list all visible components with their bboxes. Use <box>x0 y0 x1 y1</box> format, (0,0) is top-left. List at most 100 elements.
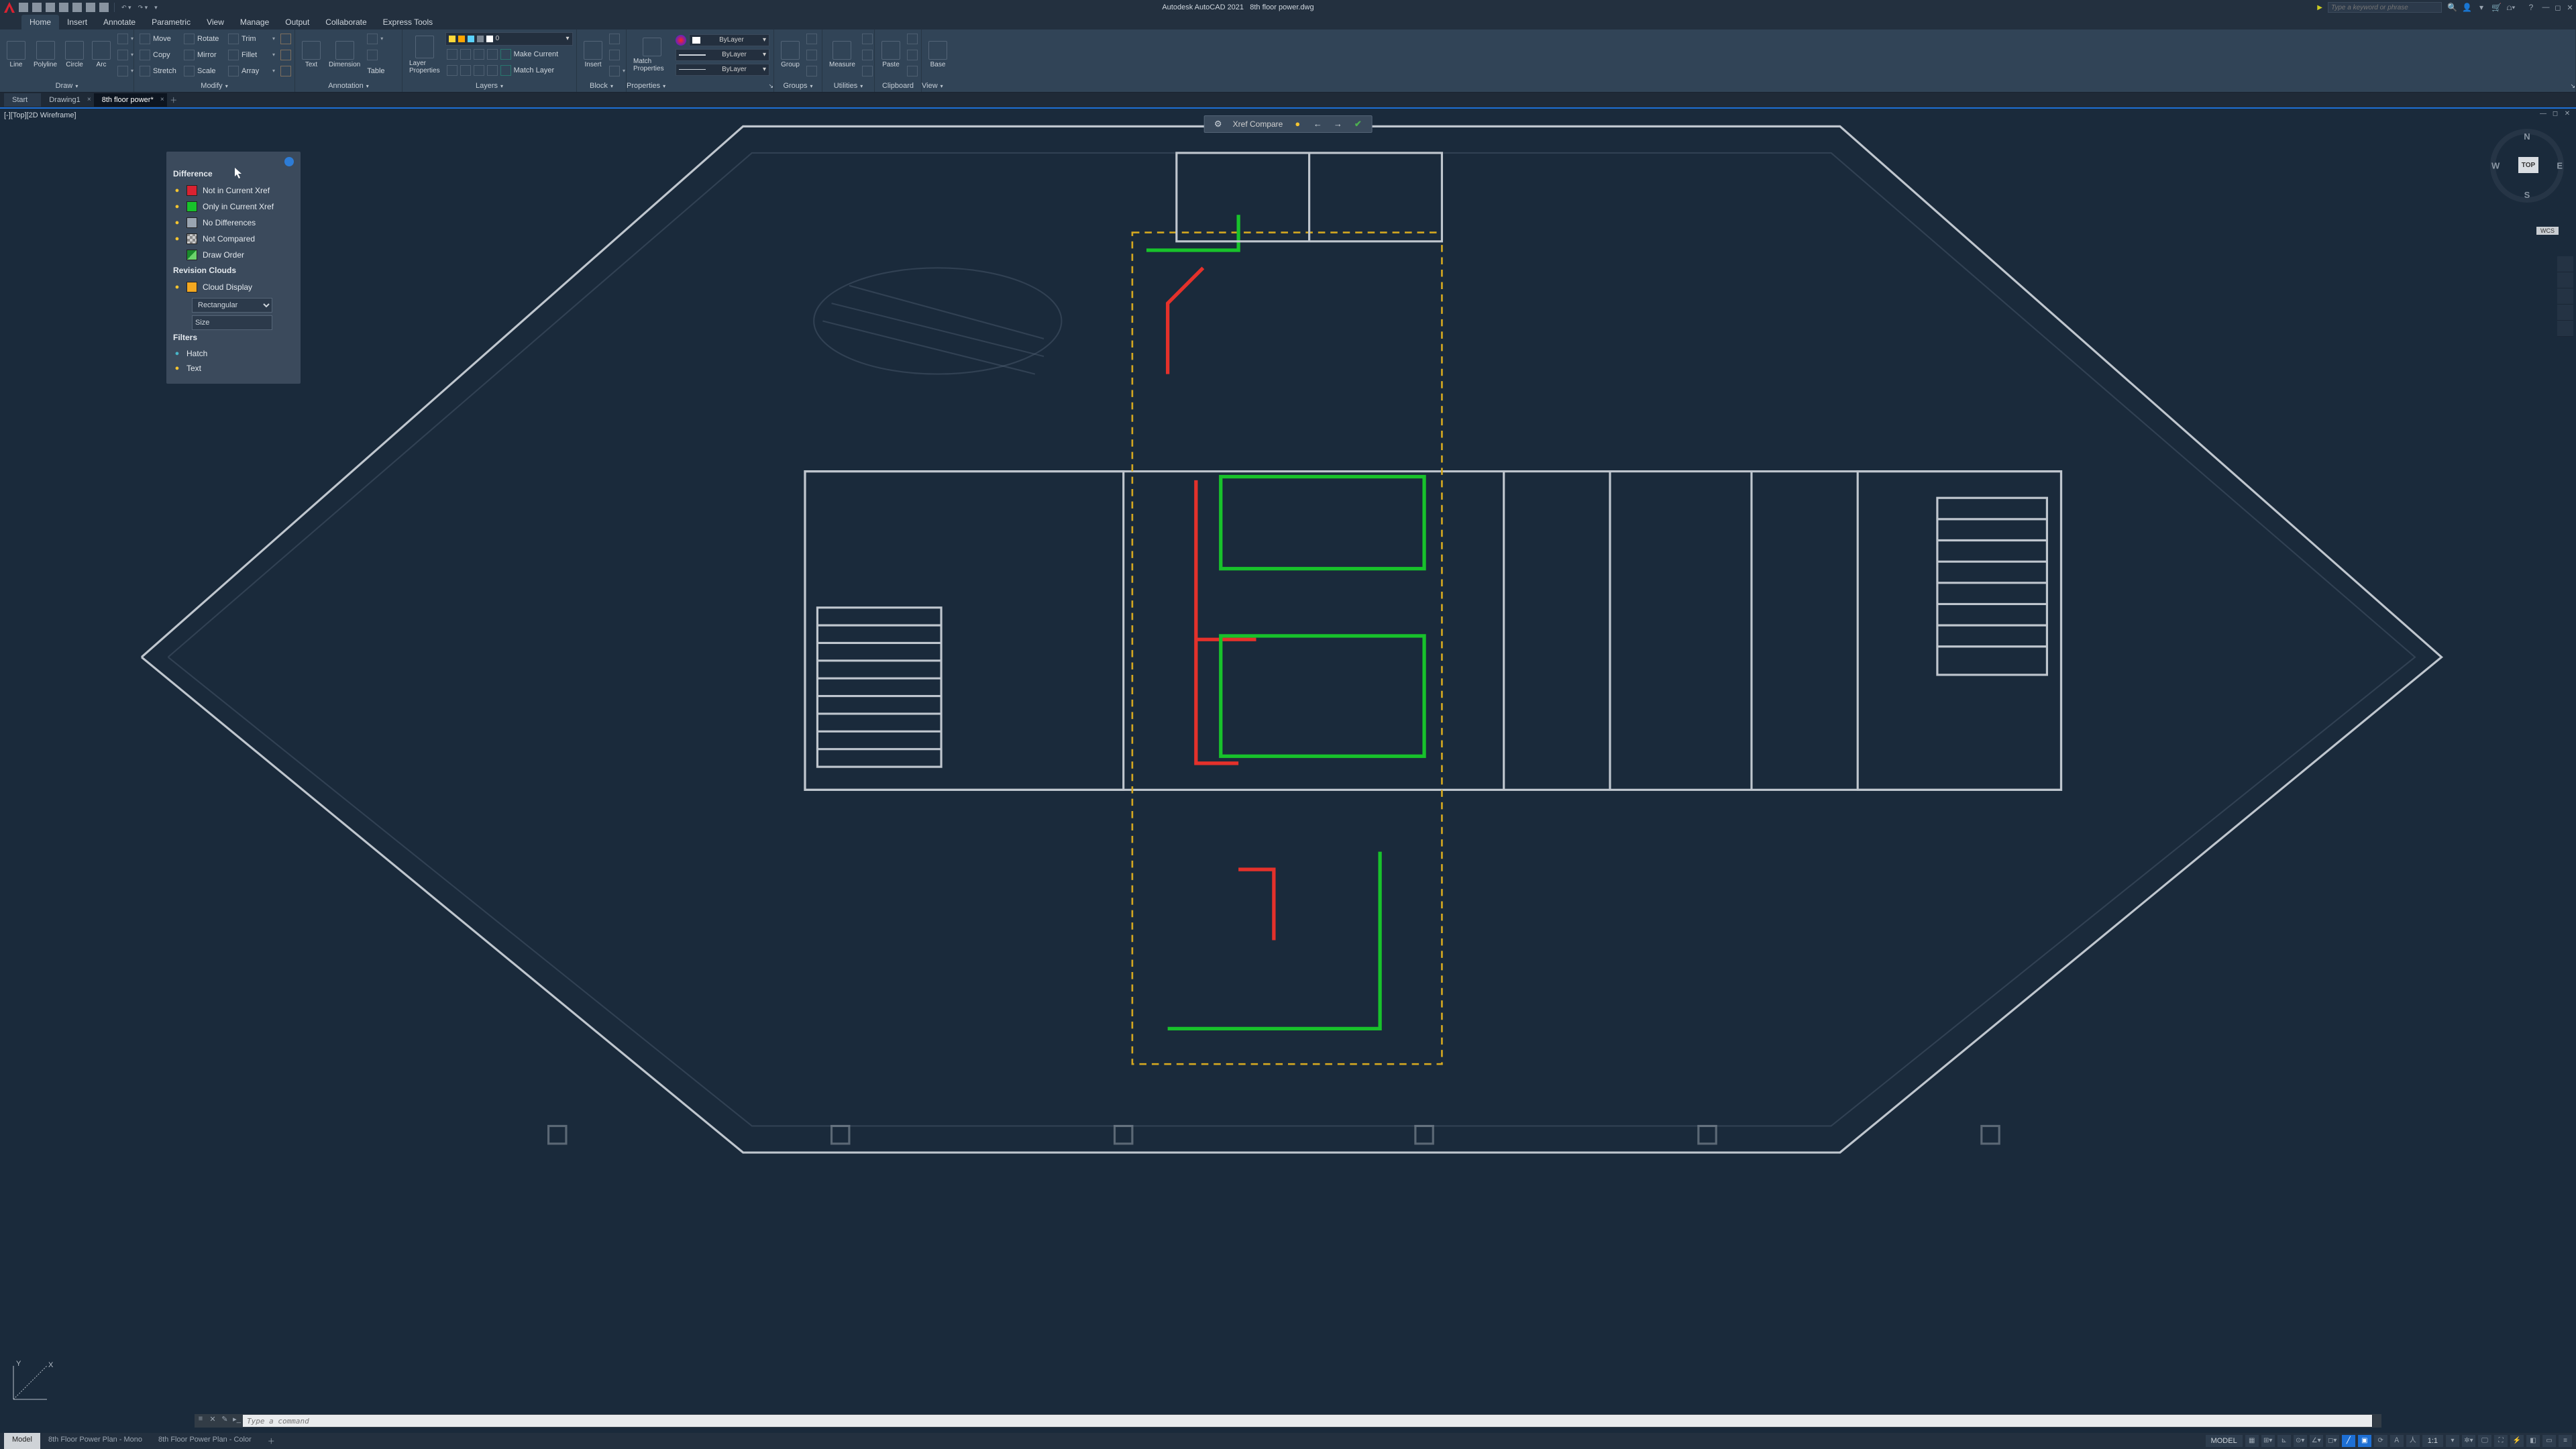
status-osnap-icon[interactable]: ◻▾ <box>2326 1435 2339 1447</box>
tool-fillet[interactable]: Fillet <box>241 51 270 59</box>
cmd-customize-icon[interactable]: ✎ <box>219 1415 231 1427</box>
tool-hatch-icon[interactable] <box>117 50 128 60</box>
panel-label-block[interactable]: Block <box>590 82 608 90</box>
view-cube[interactable]: TOP N S W E <box>2490 129 2564 203</box>
block-attr-icon[interactable] <box>609 66 620 76</box>
tool-rect-icon[interactable] <box>117 34 128 44</box>
diff-row[interactable]: ●No Differences <box>173 215 294 231</box>
window-close[interactable]: ✕ <box>2564 3 2576 12</box>
qat-new-icon[interactable] <box>19 3 28 12</box>
palette-pin-icon[interactable] <box>284 157 294 166</box>
status-ws-icon[interactable]: 🖵 <box>2478 1435 2491 1447</box>
layout-tab[interactable]: 8th Floor Power Plan - Color <box>150 1433 260 1449</box>
qat-undo-icon[interactable]: ↶ ▾ <box>120 4 133 11</box>
menu-insert[interactable]: Insert <box>59 15 95 30</box>
color-swatch[interactable] <box>186 185 197 196</box>
tool-layer-properties[interactable]: Layer Properties <box>407 34 443 76</box>
lamp-icon[interactable]: ● <box>173 235 181 243</box>
lamp-icon[interactable]: ● <box>173 203 181 211</box>
status-iso2-icon[interactable]: ◧ <box>2526 1435 2540 1447</box>
panel-label-properties[interactable]: Properties <box>627 82 660 90</box>
cloud-color-swatch[interactable] <box>186 282 197 292</box>
qat-redo-icon[interactable]: ↷ ▾ <box>137 4 150 11</box>
qat-web-icon[interactable] <box>72 3 82 12</box>
tab-close-icon[interactable]: × <box>160 96 164 103</box>
prop-color[interactable]: ByLayer▾ <box>689 34 769 46</box>
panel-label-draw[interactable]: Draw <box>56 82 73 90</box>
viewcube-w[interactable]: W <box>2491 161 2500 171</box>
status-lwt-icon[interactable]: ╱ <box>2342 1435 2355 1447</box>
viewcube-n[interactable]: N <box>2524 131 2530 142</box>
xref-accept-icon[interactable]: ✔ <box>1352 119 1363 129</box>
command-input[interactable] <box>243 1415 2372 1427</box>
panel-label-utilities[interactable]: Utilities <box>834 82 857 90</box>
menu-output[interactable]: Output <box>277 15 317 30</box>
qat-saveas-icon[interactable] <box>59 3 68 12</box>
window-minimize[interactable]: — <box>2540 3 2552 11</box>
tool-arc[interactable]: Arc <box>89 40 113 70</box>
qat-print-icon[interactable] <box>99 3 109 12</box>
viewcube-s[interactable]: S <box>2524 190 2530 200</box>
tool-paste[interactable]: Paste <box>879 40 903 70</box>
tool-move[interactable]: Move <box>153 35 181 43</box>
filter-row[interactable]: ●Hatch <box>173 346 294 361</box>
status-snap-icon[interactable]: ⊞▾ <box>2261 1435 2275 1447</box>
tool-base[interactable]: Base <box>926 40 950 70</box>
lamp-icon[interactable]: ● <box>173 219 181 227</box>
cloud-shape-select[interactable]: Rectangular <box>192 298 272 313</box>
diff-row[interactable]: ●Not in Current Xref <box>173 182 294 199</box>
menu-view[interactable]: View <box>199 15 232 30</box>
lamp-icon[interactable]: ● <box>173 186 181 195</box>
status-grid-icon[interactable]: ▦ <box>2245 1435 2259 1447</box>
tool-stretch[interactable]: Stretch <box>153 67 181 75</box>
status-annmon-icon[interactable]: 人 <box>2406 1435 2420 1447</box>
status-scale[interactable]: 1:1 <box>2422 1435 2443 1447</box>
search-icon[interactable]: 🔍 <box>2447 3 2457 12</box>
search-input[interactable] <box>2328 2 2442 13</box>
nav-bar[interactable] <box>2557 256 2573 337</box>
layer-dropdown[interactable]: 0 ▾ <box>445 32 573 46</box>
menu-home[interactable]: Home <box>21 15 59 30</box>
prop-lineweight[interactable]: ByLayer▾ <box>676 49 769 61</box>
cmd-close-icon[interactable]: ✕ <box>207 1415 219 1427</box>
app-logo[interactable] <box>4 2 15 13</box>
lamp-icon[interactable]: ● <box>173 283 181 291</box>
status-gear-icon[interactable]: ✲▾ <box>2462 1435 2475 1447</box>
color-swatch[interactable] <box>186 233 197 244</box>
file-tab[interactable]: Start <box>4 93 41 107</box>
cloud-display-row[interactable]: ● Cloud Display <box>173 279 294 295</box>
status-ann-icon[interactable]: Ａ <box>2390 1435 2404 1447</box>
xref-toggle-icon[interactable]: ● <box>1292 119 1303 129</box>
tool-match-props[interactable]: Match Properties <box>631 36 673 74</box>
cloud-size-input[interactable] <box>192 315 272 330</box>
menu-express-tools[interactable]: Express Tools <box>375 15 441 30</box>
tool-trim[interactable]: Trim <box>241 35 270 43</box>
viewcube-e[interactable]: E <box>2557 161 2563 171</box>
tool-circle[interactable]: Circle <box>62 40 87 70</box>
panel-label-view[interactable]: View <box>922 82 938 90</box>
block-create-icon[interactable] <box>609 34 620 44</box>
tool-table[interactable]: Table <box>367 67 384 75</box>
panel-label-layers[interactable]: Layers <box>476 82 498 90</box>
color-swatch[interactable] <box>186 201 197 212</box>
tool-group[interactable]: Group <box>778 40 802 70</box>
layout-tab[interactable]: Model <box>4 1433 40 1449</box>
menu-parametric[interactable]: Parametric <box>144 15 199 30</box>
viewcube-face[interactable]: TOP <box>2518 157 2538 173</box>
layer-match[interactable]: Match Layer <box>514 66 555 74</box>
tool-scale[interactable]: Scale <box>197 67 225 75</box>
color-swatch[interactable] <box>186 250 197 260</box>
status-model[interactable]: MODEL <box>2206 1435 2243 1447</box>
new-tab-button[interactable]: ＋ <box>167 95 180 105</box>
app-menu-dd[interactable]: ▾ <box>2477 3 2486 12</box>
cmd-history-icon[interactable]: ≡ <box>195 1415 207 1427</box>
menu-manage[interactable]: Manage <box>232 15 277 30</box>
status-ortho-icon[interactable]: ⊾ <box>2277 1435 2291 1447</box>
panel-label-groups[interactable]: Groups <box>783 82 807 90</box>
tool-boundary-icon[interactable] <box>117 66 128 76</box>
file-tab[interactable]: 8th floor power*× <box>94 93 167 107</box>
status-clean-icon[interactable]: ▭ <box>2542 1435 2556 1447</box>
help-icon[interactable]: ? ▾ <box>2526 3 2536 12</box>
tool-measure[interactable]: Measure <box>826 40 858 70</box>
xref-settings-icon[interactable]: ⚙ <box>1213 119 1224 129</box>
